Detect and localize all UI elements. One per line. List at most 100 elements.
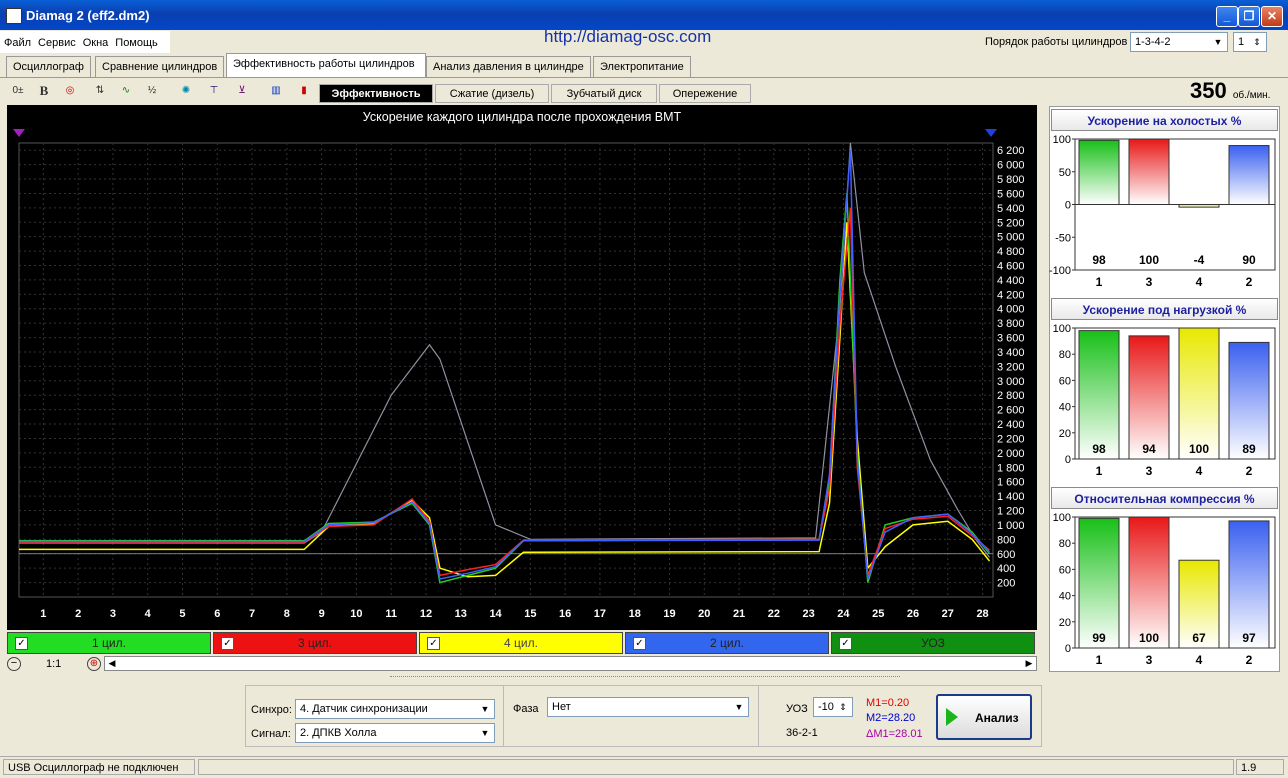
bold-icon[interactable]: B bbox=[32, 80, 56, 102]
menu-file[interactable]: Файл bbox=[0, 31, 34, 49]
legend-item[interactable]: ✓ 1 цил. bbox=[7, 632, 211, 654]
spinner-icon: ⇕ bbox=[1253, 37, 1261, 47]
tab-efficiency[interactable]: Эффективность работы цилиндров bbox=[226, 53, 426, 77]
marker-m1-icon[interactable] bbox=[13, 129, 25, 137]
menu-service[interactable]: Сервис bbox=[34, 31, 79, 49]
teeth-icon[interactable]: ⊤ bbox=[202, 80, 226, 102]
bar bbox=[1178, 204, 1220, 208]
bar bbox=[1078, 517, 1120, 649]
y-tick-label: 2 600 bbox=[997, 405, 1025, 417]
y-tick-label: 4 400 bbox=[997, 275, 1025, 287]
subtab-efficiency[interactable]: Эффективность bbox=[319, 84, 433, 103]
tab-power[interactable]: Электропитание bbox=[593, 56, 691, 77]
checkbox-icon[interactable]: ✓ bbox=[427, 637, 440, 650]
checkbox-icon[interactable]: ✓ bbox=[633, 637, 646, 650]
rpm-readout: 350 об./мин. bbox=[1190, 78, 1270, 104]
signal-label: Сигнал: bbox=[251, 728, 291, 740]
splitter[interactable] bbox=[390, 676, 900, 682]
order-index: 1 bbox=[1238, 36, 1245, 48]
bar-chart-title: Ускорение на холостых % bbox=[1051, 109, 1278, 131]
status-empty bbox=[198, 759, 1234, 775]
zoom-out-button[interactable]: − bbox=[7, 657, 21, 671]
x-tick-label: 10 bbox=[350, 608, 362, 620]
subtab-toothed-disk[interactable]: Зубчатый диск bbox=[551, 84, 657, 103]
subtab-advance[interactable]: Опережение bbox=[659, 84, 751, 103]
curve-icon[interactable]: ∿ bbox=[114, 80, 138, 102]
marker-m2-icon[interactable] bbox=[985, 129, 997, 137]
bar-value-label: 99 bbox=[1092, 631, 1106, 645]
bar-value-label: 100 bbox=[1139, 631, 1159, 645]
window-title: Diamag 2 (eff2.dm2) bbox=[26, 8, 150, 23]
y-tick-label: 6 200 bbox=[997, 145, 1025, 157]
bar-category-label: 3 bbox=[1146, 275, 1153, 289]
tab-pressure[interactable]: Анализ давления в цилиндре bbox=[426, 56, 591, 77]
checkbox-icon[interactable]: ✓ bbox=[221, 637, 234, 650]
x-tick-label: 18 bbox=[629, 608, 641, 620]
tab-compare[interactable]: Сравнение цилиндров bbox=[95, 56, 225, 77]
checkbox-icon[interactable]: ✓ bbox=[839, 637, 852, 650]
bar-category-label: 3 bbox=[1146, 653, 1153, 667]
bar-value-label: 98 bbox=[1092, 253, 1106, 267]
bar bbox=[1128, 516, 1170, 649]
phase-select[interactable]: Нет ▼ bbox=[547, 697, 749, 717]
x-tick-label: 21 bbox=[733, 608, 745, 620]
y-tick-label: 40 bbox=[1059, 591, 1071, 603]
bars-icon[interactable]: ▥ bbox=[264, 80, 288, 102]
legend-item[interactable]: ✓ 3 цил. bbox=[213, 632, 417, 654]
sensor-icon[interactable]: ✺ bbox=[174, 80, 198, 102]
zoom-in-button[interactable]: ⊕ bbox=[87, 657, 101, 671]
divider bbox=[758, 686, 759, 746]
y-tick-label: 60 bbox=[1059, 375, 1071, 387]
scale-icon[interactable]: ⇅ bbox=[88, 80, 112, 102]
main-chart[interactable]: Ускорение каждого цилиндра после прохожд… bbox=[7, 105, 1037, 630]
y-tick-label: 600 bbox=[997, 549, 1015, 561]
y-tick-label: 400 bbox=[997, 563, 1015, 575]
menu-windows[interactable]: Окна bbox=[79, 31, 112, 49]
legend-item[interactable]: ✓ 4 цил. bbox=[419, 632, 623, 654]
marker-m2: M2=28.20 bbox=[866, 712, 916, 724]
y-tick-label: 100 bbox=[1053, 323, 1071, 335]
cursor-step-icon[interactable]: 0± bbox=[6, 80, 30, 102]
y-tick-label: 1 800 bbox=[997, 462, 1025, 474]
x-tick-label: 7 bbox=[249, 608, 255, 620]
x-tick-label: 26 bbox=[907, 608, 919, 620]
subtab-compression[interactable]: Сжатие (дизель) bbox=[435, 84, 549, 103]
analyze-button[interactable]: Анализ bbox=[936, 694, 1032, 740]
legend-item[interactable]: ✓ 2 цил. bbox=[625, 632, 829, 654]
y-tick-label: 4 600 bbox=[997, 261, 1025, 273]
y-tick-label: 5 200 bbox=[997, 217, 1025, 229]
minimize-button[interactable]: _ bbox=[1216, 6, 1238, 27]
y-tick-label: 5 800 bbox=[997, 174, 1025, 186]
order-index-spinner[interactable]: 1 ⇕ bbox=[1233, 32, 1267, 52]
menu-help[interactable]: Помощь bbox=[111, 31, 161, 49]
y-tick-label: 3 600 bbox=[997, 333, 1025, 345]
y-tick-label: 1 000 bbox=[997, 520, 1025, 532]
alg-icon[interactable]: ½ bbox=[140, 80, 164, 102]
bar-category-label: 3 bbox=[1146, 464, 1153, 478]
sync-select[interactable]: 4. Датчик синхронизации ▼ bbox=[295, 699, 495, 719]
rpm-unit: об./мин. bbox=[1232, 90, 1271, 101]
spinner-icon: ⇕ bbox=[839, 702, 847, 712]
order-select[interactable]: 1-3-4-2 ▼ bbox=[1130, 32, 1228, 52]
bar-value-label: 90 bbox=[1242, 253, 1256, 267]
cylinder-icon[interactable]: ▮ bbox=[292, 80, 316, 102]
rpm-icon[interactable]: ◎ bbox=[58, 80, 82, 102]
x-tick-label: 11 bbox=[385, 608, 397, 620]
horizontal-scrollbar[interactable]: ◀ ▶ bbox=[104, 656, 1037, 671]
restore-button[interactable]: ❐ bbox=[1238, 6, 1260, 27]
x-tick-label: 16 bbox=[559, 608, 571, 620]
legend-item[interactable]: ✓ УОЗ bbox=[831, 632, 1035, 654]
uoz-spinner[interactable]: -10 ⇕ bbox=[813, 697, 853, 717]
website-link[interactable]: http://diamag-osc.com bbox=[544, 27, 711, 47]
checkbox-icon[interactable]: ✓ bbox=[15, 637, 28, 650]
tab-oscilloscope[interactable]: Осциллограф bbox=[6, 56, 91, 77]
scroll-right-icon[interactable]: ▶ bbox=[1022, 657, 1036, 670]
disk-type: 36-2-1 bbox=[786, 727, 818, 739]
close-button[interactable]: ✕ bbox=[1261, 6, 1283, 27]
sync-label: Синхро: bbox=[251, 704, 292, 716]
filter-icon[interactable]: ⊻ bbox=[230, 80, 254, 102]
y-tick-label: 4 000 bbox=[997, 304, 1025, 316]
signal-select[interactable]: 2. ДПКВ Холла ▼ bbox=[295, 723, 495, 743]
rpm-value: 350 bbox=[1190, 78, 1227, 103]
scroll-left-icon[interactable]: ◀ bbox=[105, 657, 119, 670]
